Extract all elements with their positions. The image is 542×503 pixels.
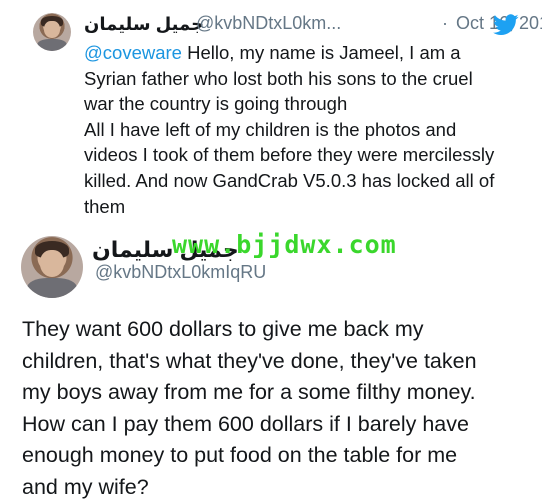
- reply-author-avatar[interactable]: [21, 236, 83, 298]
- author-handle[interactable]: @kvbNDtxL0km...: [196, 13, 341, 34]
- author-name[interactable]: جميل سليمان: [84, 14, 204, 35]
- reply-line-1: They want 600 dollars to give me back my: [22, 314, 537, 346]
- tweet-text: @coveware Hello, my name is Jameel, I am…: [84, 40, 534, 219]
- tweet-line-3: war the country is going through: [84, 91, 534, 117]
- tweet-line-2: Syrian father who lost both his sons to …: [84, 66, 534, 92]
- reply-line-6: and my wife?: [22, 472, 537, 503]
- twitter-bird-icon: [493, 14, 519, 36]
- tweet-main: جميل سليمان @kvbNDtxL0km... · Oct 16, 20…: [0, 0, 542, 225]
- tweet-line-7: them: [84, 194, 534, 220]
- mention-link[interactable]: @coveware: [84, 42, 182, 63]
- tweet-line-1: @coveware Hello, my name is Jameel, I am…: [84, 40, 534, 66]
- tweet-line-5: videos I took of them before they were m…: [84, 142, 534, 168]
- author-avatar[interactable]: [33, 13, 71, 51]
- tweet-reply: جميل سليمان @kvbNDtxL0kmIqRU www.bjjdwx.…: [0, 225, 542, 494]
- separator-dot: ·: [442, 13, 448, 34]
- reply-text: They want 600 dollars to give me back my…: [22, 314, 537, 503]
- reply-line-2: children, that's what they've done, they…: [22, 346, 537, 378]
- tweet-line-6: killed. And now GandCrab V5.0.3 has lock…: [84, 168, 534, 194]
- reply-line-5: enough money to put food on the table fo…: [22, 440, 537, 472]
- reply-author-handle[interactable]: @kvbNDtxL0kmIqRU: [95, 262, 266, 283]
- reply-line-3: my boys away from me for a some filthy m…: [22, 377, 537, 409]
- reply-line-4: How can I pay them 600 dollars if I bare…: [22, 409, 537, 441]
- tweet-header: جميل سليمان @kvbNDtxL0km... · Oct 16, 20…: [84, 12, 524, 38]
- watermark: www.bjjdwx.com: [172, 230, 397, 259]
- tweet-line-4: All I have left of my children is the ph…: [84, 117, 534, 143]
